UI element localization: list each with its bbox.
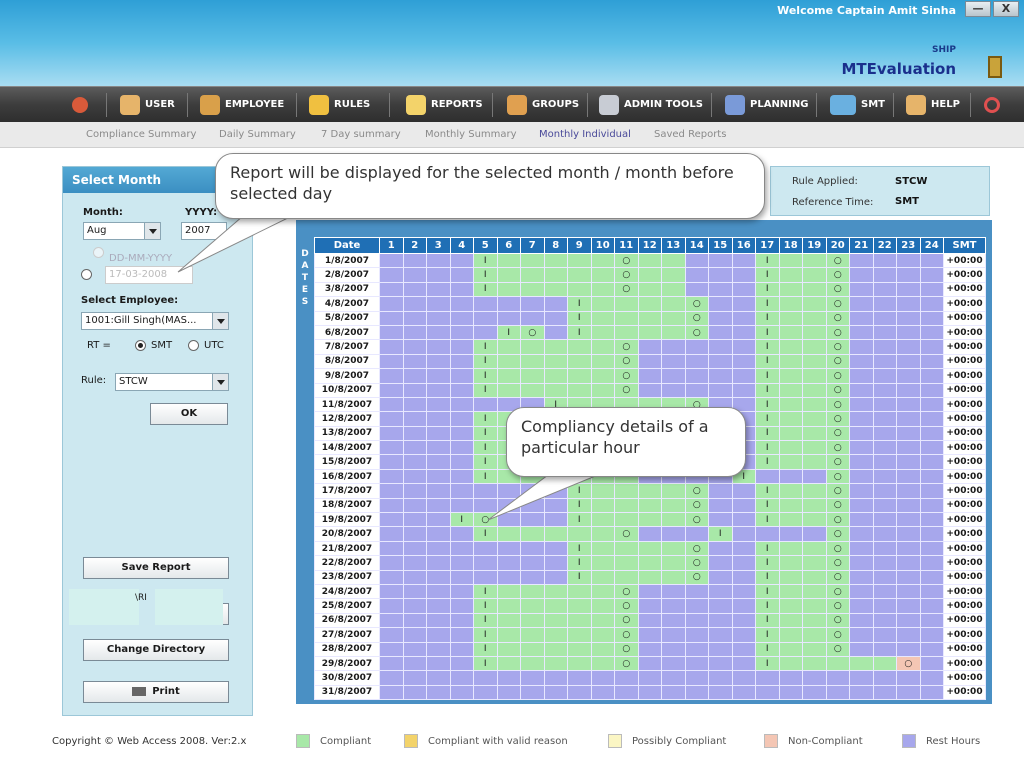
- legend-label: Compliant with valid reason: [428, 735, 568, 747]
- report-month-callout: Report will be displayed for the selecte…: [215, 153, 765, 219]
- copyright-text: Copyright © Web Access 2008. Ver:2.x: [52, 736, 247, 747]
- callout-tails: [177, 209, 611, 521]
- legend-swatch: [404, 734, 418, 748]
- legend-swatch: [764, 734, 778, 748]
- legend-compliant: Compliant: [296, 734, 371, 748]
- legend-label: Non-Compliant: [788, 735, 863, 747]
- legend-swatch: [608, 734, 622, 748]
- legend-swatch: [902, 734, 916, 748]
- legend-label: Possibly Compliant: [632, 735, 727, 747]
- legend-label: Rest Hours: [926, 735, 981, 747]
- compliancy-callout: Compliancy details of a particular hour: [506, 407, 746, 477]
- legend-possibly-compliant: Possibly Compliant: [608, 734, 726, 748]
- legend-swatch: [296, 734, 310, 748]
- legend-non-compliant: Non-Compliant: [764, 734, 863, 748]
- legend-rest-hours: Rest Hours: [902, 734, 980, 748]
- legend-label: Compliant: [320, 735, 372, 747]
- legend-compliant-valid-reason: Compliant with valid reason: [404, 734, 568, 748]
